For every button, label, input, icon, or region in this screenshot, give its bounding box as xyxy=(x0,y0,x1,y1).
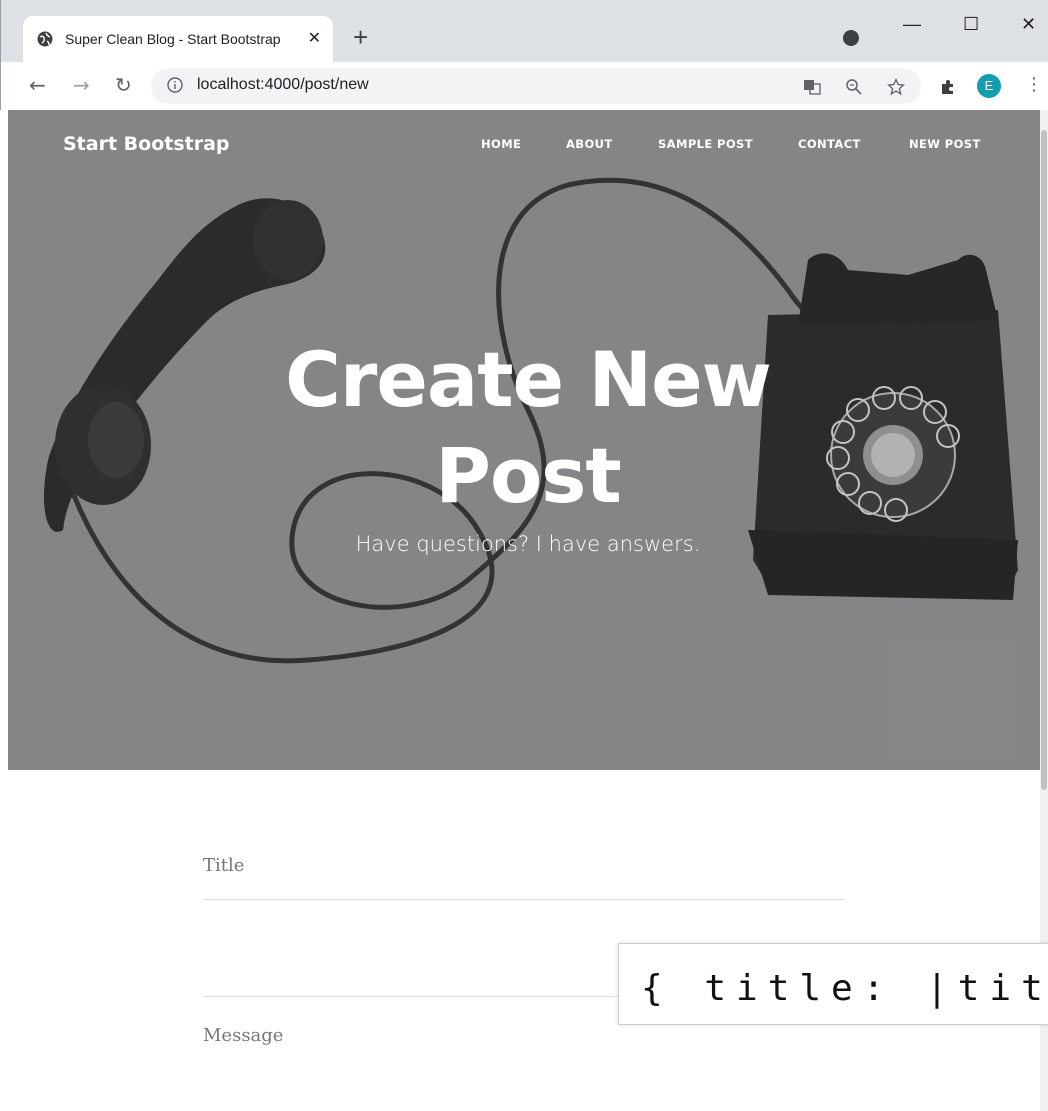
code-overlay-text: { title: |title xyxy=(641,968,1048,1009)
new-post-form: Title Message xyxy=(203,770,845,1077)
message-placeholder: Message xyxy=(203,1025,284,1046)
close-tab-icon[interactable]: ✕ xyxy=(308,30,321,46)
code-overlay-window: { title: |title xyxy=(618,943,1048,1025)
site-navigation: HOME ABOUT SAMPLE POST CONTACT NEW POST xyxy=(8,137,1048,157)
back-arrow-icon[interactable]: ← xyxy=(29,74,46,96)
extensions-puzzle-icon[interactable] xyxy=(939,78,957,96)
zoom-icon[interactable] xyxy=(845,78,863,96)
globe-icon xyxy=(37,31,53,47)
minimize-button[interactable]: — xyxy=(903,14,921,35)
nav-contact-link[interactable]: CONTACT xyxy=(798,137,861,151)
page-heading-line-2: Post xyxy=(435,431,621,520)
menu-kebab-icon[interactable]: ⋮ xyxy=(1025,75,1043,95)
bookmark-star-icon[interactable] xyxy=(887,78,905,96)
tab-title: Super Clean Blog - Start Bootstrap xyxy=(65,31,281,47)
forward-arrow-icon[interactable]: → xyxy=(73,74,90,96)
page-heading: Create New Post xyxy=(8,332,1048,524)
url-text: localhost:4000/post/new xyxy=(197,76,369,93)
browser-chrome: Super Clean Blog - Start Bootstrap ✕ + —… xyxy=(0,0,1048,110)
translate-icon[interactable] xyxy=(803,78,821,96)
profile-indicator-icon[interactable] xyxy=(843,30,859,46)
page-heading-line-1: Create New xyxy=(285,335,772,424)
profile-avatar[interactable]: E xyxy=(977,74,1001,98)
maximize-button[interactable]: ☐ xyxy=(963,14,979,35)
nav-about-link[interactable]: ABOUT xyxy=(566,137,613,151)
page-scrollbar-thumb[interactable] xyxy=(1041,130,1047,790)
browser-toolbar: ← → ↻ localhost:4000/post/new E ⋮ xyxy=(1,62,1048,110)
title-placeholder: Title xyxy=(203,855,245,876)
new-tab-button[interactable]: + xyxy=(353,24,368,50)
reload-icon[interactable]: ↻ xyxy=(115,74,132,96)
nav-sample-post-link[interactable]: SAMPLE POST xyxy=(658,137,753,151)
title-field[interactable]: Title xyxy=(203,770,845,900)
nav-new-post-link[interactable]: NEW POST xyxy=(909,137,981,151)
browser-tab[interactable]: Super Clean Blog - Start Bootstrap ✕ xyxy=(23,16,333,62)
page-subheading: Have questions? I have answers. xyxy=(355,532,701,556)
close-window-button[interactable]: ✕ xyxy=(1021,14,1036,35)
hero-header: Start Bootstrap HOME ABOUT SAMPLE POST C… xyxy=(8,110,1048,770)
info-icon xyxy=(167,77,183,93)
nav-home-link[interactable]: HOME xyxy=(481,137,521,151)
